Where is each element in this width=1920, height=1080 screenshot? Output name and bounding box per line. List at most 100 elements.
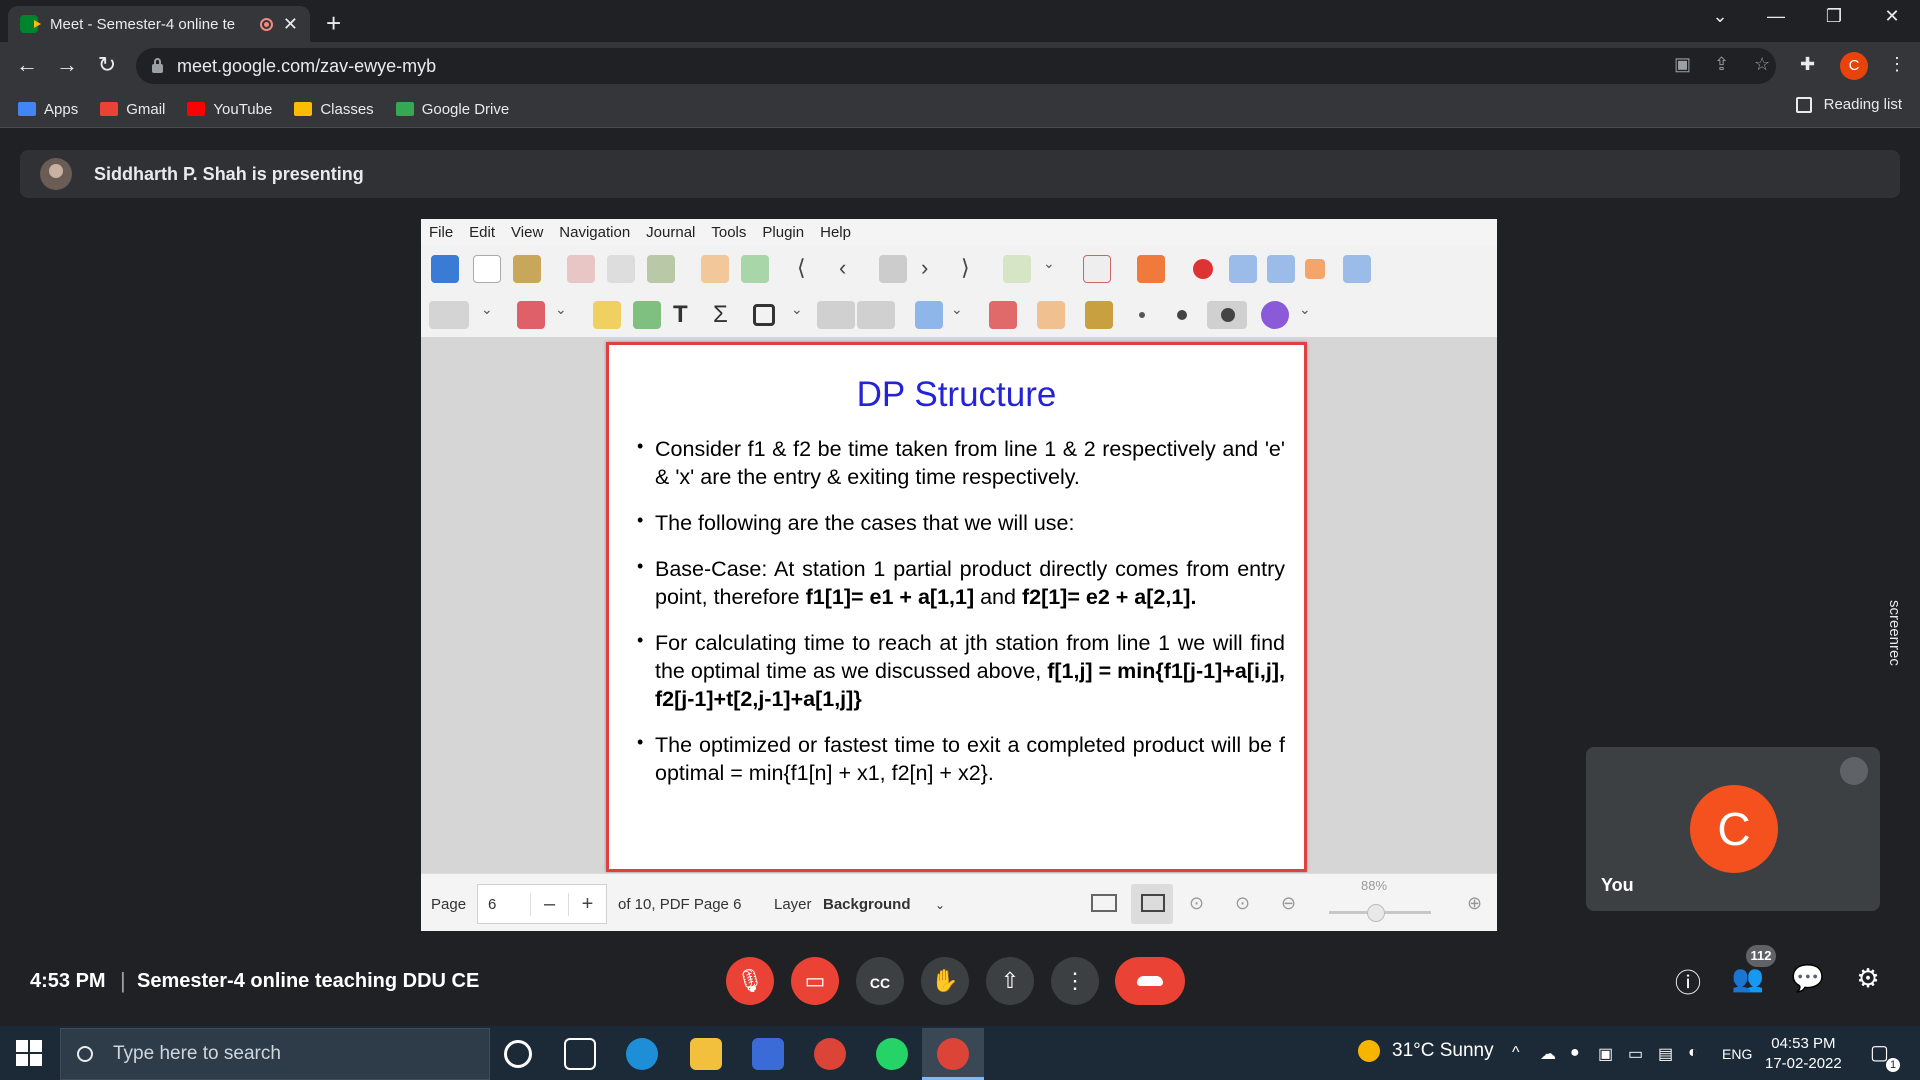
pause-icon[interactable] [1267,255,1295,283]
raise-hand-button[interactable]: ✋ [921,957,969,1005]
new-document-icon[interactable] [473,255,501,283]
zoom-in-icon[interactable]: ⊕ [1467,893,1482,914]
weather-widget[interactable]: 31°C Sunny [1358,1040,1494,1062]
participants-icon[interactable]: 👥 [1730,963,1766,994]
captions-button[interactable]: CC [856,957,904,1005]
input-language[interactable]: ENG [1722,1046,1752,1062]
cut-icon[interactable] [567,255,595,283]
tab-search-icon[interactable]: ⌄ [1700,6,1740,27]
system-clock[interactable]: 04:53 PM 17-02-2022 [1765,1034,1842,1074]
dual-page-icon[interactable] [1091,894,1117,912]
shape-dropdown-icon[interactable]: ⌄ [791,301,819,329]
color-dropdown-icon[interactable]: ⌄ [1299,301,1327,329]
profile-avatar[interactable]: C [1840,52,1868,80]
redo-icon[interactable] [741,255,769,283]
menu-edit[interactable]: Edit [469,224,495,241]
menu-plugin[interactable]: Plugin [762,224,804,241]
address-bar[interactable]: meet.google.com/zav-ewye-myb [136,48,1776,84]
select-dropdown-icon[interactable]: ⌄ [951,301,979,329]
undo-icon[interactable] [701,255,729,283]
present-screen-button[interactable]: ⇧ [986,957,1034,1005]
menu-file[interactable]: File [429,224,453,241]
file-explorer-icon[interactable] [690,1038,722,1070]
layer-select[interactable]: Background [823,896,911,913]
browser-menu-icon[interactable]: ⋮ [1888,54,1906,75]
menu-help[interactable]: Help [820,224,851,241]
medium-line-icon[interactable] [1177,310,1187,320]
activities-icon[interactable]: ⚙ [1850,963,1886,994]
image-tool-icon[interactable] [633,301,661,329]
microphone-icon[interactable]: ● [1570,1044,1580,1062]
thin-line-icon[interactable] [1139,312,1145,318]
minimize-button[interactable]: — [1756,6,1796,27]
back-icon[interactable]: ← [12,52,42,78]
delete-page-icon[interactable] [1083,255,1111,283]
page-number-value[interactable]: 6 [478,896,530,913]
bookmark-google-drive[interactable]: Google Drive [395,101,509,118]
menu-view[interactable]: View [511,224,543,241]
copy-icon[interactable] [607,255,635,283]
chat-icon[interactable]: 💬 [1790,963,1826,994]
menu-navigation[interactable]: Navigation [559,224,630,241]
camera-toggle-button[interactable]: ▭ [791,957,839,1005]
fast-forward-icon[interactable] [1343,255,1371,283]
color-picker-icon[interactable] [1261,301,1289,329]
mic-toggle-button[interactable]: 🎙 [726,957,774,1005]
shape-recognizer-icon[interactable] [857,301,895,329]
restore-button[interactable]: ❐ [1814,6,1854,27]
forward-icon[interactable]: → [52,52,82,78]
zoom-fit-icon[interactable]: ⊙ [1189,893,1204,914]
stop-icon[interactable] [1305,259,1325,279]
latex-tool-icon[interactable]: Σ [713,301,741,329]
end-call-button[interactable] [1115,957,1185,1005]
close-tab-icon[interactable]: ✕ [283,14,298,35]
new-tab-button[interactable]: + [326,8,341,39]
eraser-dropdown-icon[interactable]: ⌄ [555,301,583,329]
zoom-out-icon[interactable]: ⊖ [1281,893,1296,914]
extensions-icon[interactable]: ✚ [1800,54,1815,75]
record-icon[interactable] [1193,259,1213,279]
bookmark-classes[interactable]: Classes [294,101,374,118]
page-decrement-button[interactable]: – [530,892,568,916]
edge-icon[interactable] [626,1038,658,1070]
bookmark-youtube[interactable]: YouTube [187,101,272,118]
layer-dropdown-icon[interactable]: ⌄ [935,898,945,912]
select-rect-icon[interactable] [915,301,943,329]
previous-page-icon[interactable]: ‹ [839,255,867,283]
save-icon[interactable] [431,255,459,283]
taskbar-search-box[interactable]: Type here to search [60,1028,490,1080]
menu-tools[interactable]: Tools [711,224,746,241]
pen-dropdown-icon[interactable]: ⌄ [481,301,509,329]
fullscreen-icon[interactable] [1137,255,1165,283]
reading-list-button[interactable]: Reading list [1795,96,1902,113]
more-options-button[interactable]: ⋮ [1051,957,1099,1005]
paste-icon[interactable] [647,255,675,283]
close-window-button[interactable]: ✕ [1872,6,1912,27]
last-page-icon[interactable]: ⟩ [961,255,989,283]
bookmark-apps[interactable]: Apps [18,101,78,118]
rewind-icon[interactable] [1229,255,1257,283]
first-page-icon[interactable]: ⟨ [797,255,825,283]
goto-page-icon[interactable] [879,255,907,283]
network-icon[interactable]: ▤ [1658,1044,1673,1064]
bookmark-star-icon[interactable]: ☆ [1754,54,1770,75]
battery-icon[interactable]: ▭ [1628,1044,1643,1064]
zoom-slider[interactable] [1329,904,1431,922]
eraser-tool-icon[interactable] [517,301,545,329]
ruler-tool-icon[interactable] [817,301,855,329]
highlighter-tool-icon[interactable] [593,301,621,329]
vertical-space-icon[interactable] [989,301,1017,329]
browser-tab-meet[interactable]: Meet - Semester-4 online te ✕ [8,6,310,42]
snipping-tool-icon[interactable] [752,1038,784,1070]
windows-start-icon[interactable] [16,1040,42,1066]
bookmark-gmail[interactable]: Gmail [100,101,165,118]
zoom-100-icon[interactable]: ⊙ [1235,893,1250,914]
default-tool-icon[interactable] [1085,301,1113,329]
tray-expand-icon[interactable]: ^ [1512,1044,1520,1062]
text-tool-icon[interactable]: T [673,301,701,329]
share-icon[interactable]: ⇪ [1714,54,1729,75]
volume-icon[interactable]: ◐ [1688,1044,1698,1062]
dropdown-arrow-icon[interactable]: ⌄ [1043,255,1071,283]
onedrive-icon[interactable]: ☁ [1540,1044,1556,1064]
chrome-icon[interactable] [814,1038,846,1070]
